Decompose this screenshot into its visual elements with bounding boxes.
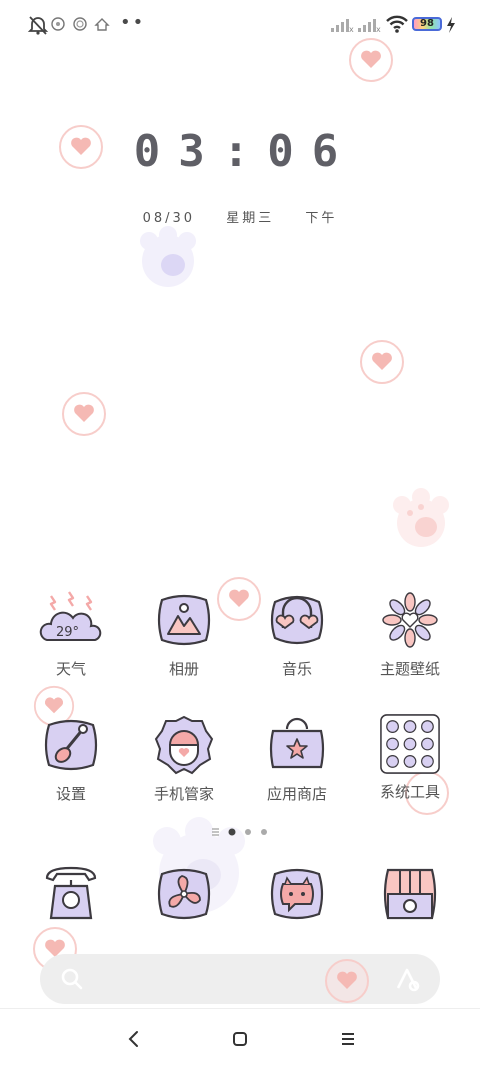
mute-bell-icon — [27, 16, 49, 35]
svg-text:x: x — [349, 25, 354, 33]
clock-date-row: 08/30 星期三 下午 — [0, 207, 480, 226]
app-gallery[interactable]: 相册 — [129, 588, 239, 698]
app-label: 应用商店 — [266, 785, 327, 803]
app-label: 音乐 — [281, 660, 312, 678]
app-label: 系统工具 — [379, 783, 440, 801]
clock-time[interactable]: 03:06 — [0, 126, 480, 177]
decor-paw-1 — [140, 226, 196, 287]
dock-camera[interactable] — [355, 862, 465, 932]
page-dot[interactable] — [261, 829, 267, 835]
search-icon[interactable] — [60, 967, 84, 991]
status-bar: •• x x 98 — [0, 0, 480, 50]
app-security[interactable]: 手机管家 — [129, 713, 239, 823]
decor-heart-4 — [62, 392, 106, 436]
app-music[interactable]: 音乐 — [242, 588, 352, 698]
app-weather[interactable]: 29° 天气 — [16, 588, 126, 698]
app-label: 天气 — [55, 660, 86, 678]
gallery-icon — [157, 594, 211, 646]
app-store-icon — [269, 717, 325, 769]
decor-paw-2 — [393, 488, 449, 547]
folder-icon — [380, 714, 440, 774]
app-settings[interactable]: 设置 — [16, 713, 126, 823]
app-label: 相册 — [168, 660, 199, 678]
clock-ampm: 下午 — [305, 211, 338, 226]
fan-icon — [157, 868, 211, 920]
settings-icon — [44, 719, 98, 771]
app-themes[interactable]: 主题壁纸 — [355, 588, 465, 698]
app-notification-icon — [73, 17, 87, 31]
weather-icon: 29° — [39, 591, 102, 641]
home-icon[interactable] — [228, 1027, 252, 1051]
assistant-icon[interactable] — [394, 966, 422, 992]
recents-menu-icon[interactable] — [336, 1027, 360, 1051]
battery-icon: 98 — [412, 17, 442, 31]
clock-date: 08/30 — [142, 211, 196, 226]
app-notification-icon — [51, 17, 65, 31]
messages-icon — [270, 868, 324, 920]
camera-icon — [383, 868, 437, 920]
decor-heart-3 — [360, 340, 404, 384]
wifi-icon — [386, 15, 408, 33]
app-label: 设置 — [55, 785, 86, 803]
security-icon — [154, 715, 214, 775]
page-dot[interactable] — [245, 829, 251, 835]
app-label: 主题壁纸 — [379, 660, 440, 678]
app-notification-icon — [94, 18, 110, 31]
charging-icon — [447, 17, 455, 33]
pager-menu-icon — [212, 828, 219, 836]
app-store[interactable]: 应用商店 — [242, 713, 352, 823]
signal-icon: x — [331, 19, 354, 33]
navigation-bar — [0, 1008, 480, 1067]
dock-phone[interactable] — [16, 862, 126, 932]
theme-flower-icon — [382, 592, 438, 648]
signal-icon: x — [358, 19, 381, 33]
back-icon[interactable] — [122, 1027, 146, 1051]
app-label: 手机管家 — [153, 785, 214, 803]
clock-weekday: 星期三 — [226, 211, 275, 226]
weather-temp: 29° — [56, 625, 79, 640]
svg-text:x: x — [376, 25, 381, 33]
dock-messages[interactable] — [242, 862, 352, 932]
page-indicator[interactable] — [210, 825, 270, 839]
dock-fan[interactable] — [129, 862, 239, 932]
heart-widget-icon — [325, 959, 369, 1003]
page-dot-active[interactable] — [228, 828, 236, 836]
search-bar[interactable] — [40, 954, 440, 1004]
folder-system-tools[interactable]: 系统工具 — [355, 713, 465, 823]
phone-icon — [45, 866, 97, 920]
more-dots-icon: •• — [120, 12, 146, 33]
music-icon — [270, 595, 324, 645]
